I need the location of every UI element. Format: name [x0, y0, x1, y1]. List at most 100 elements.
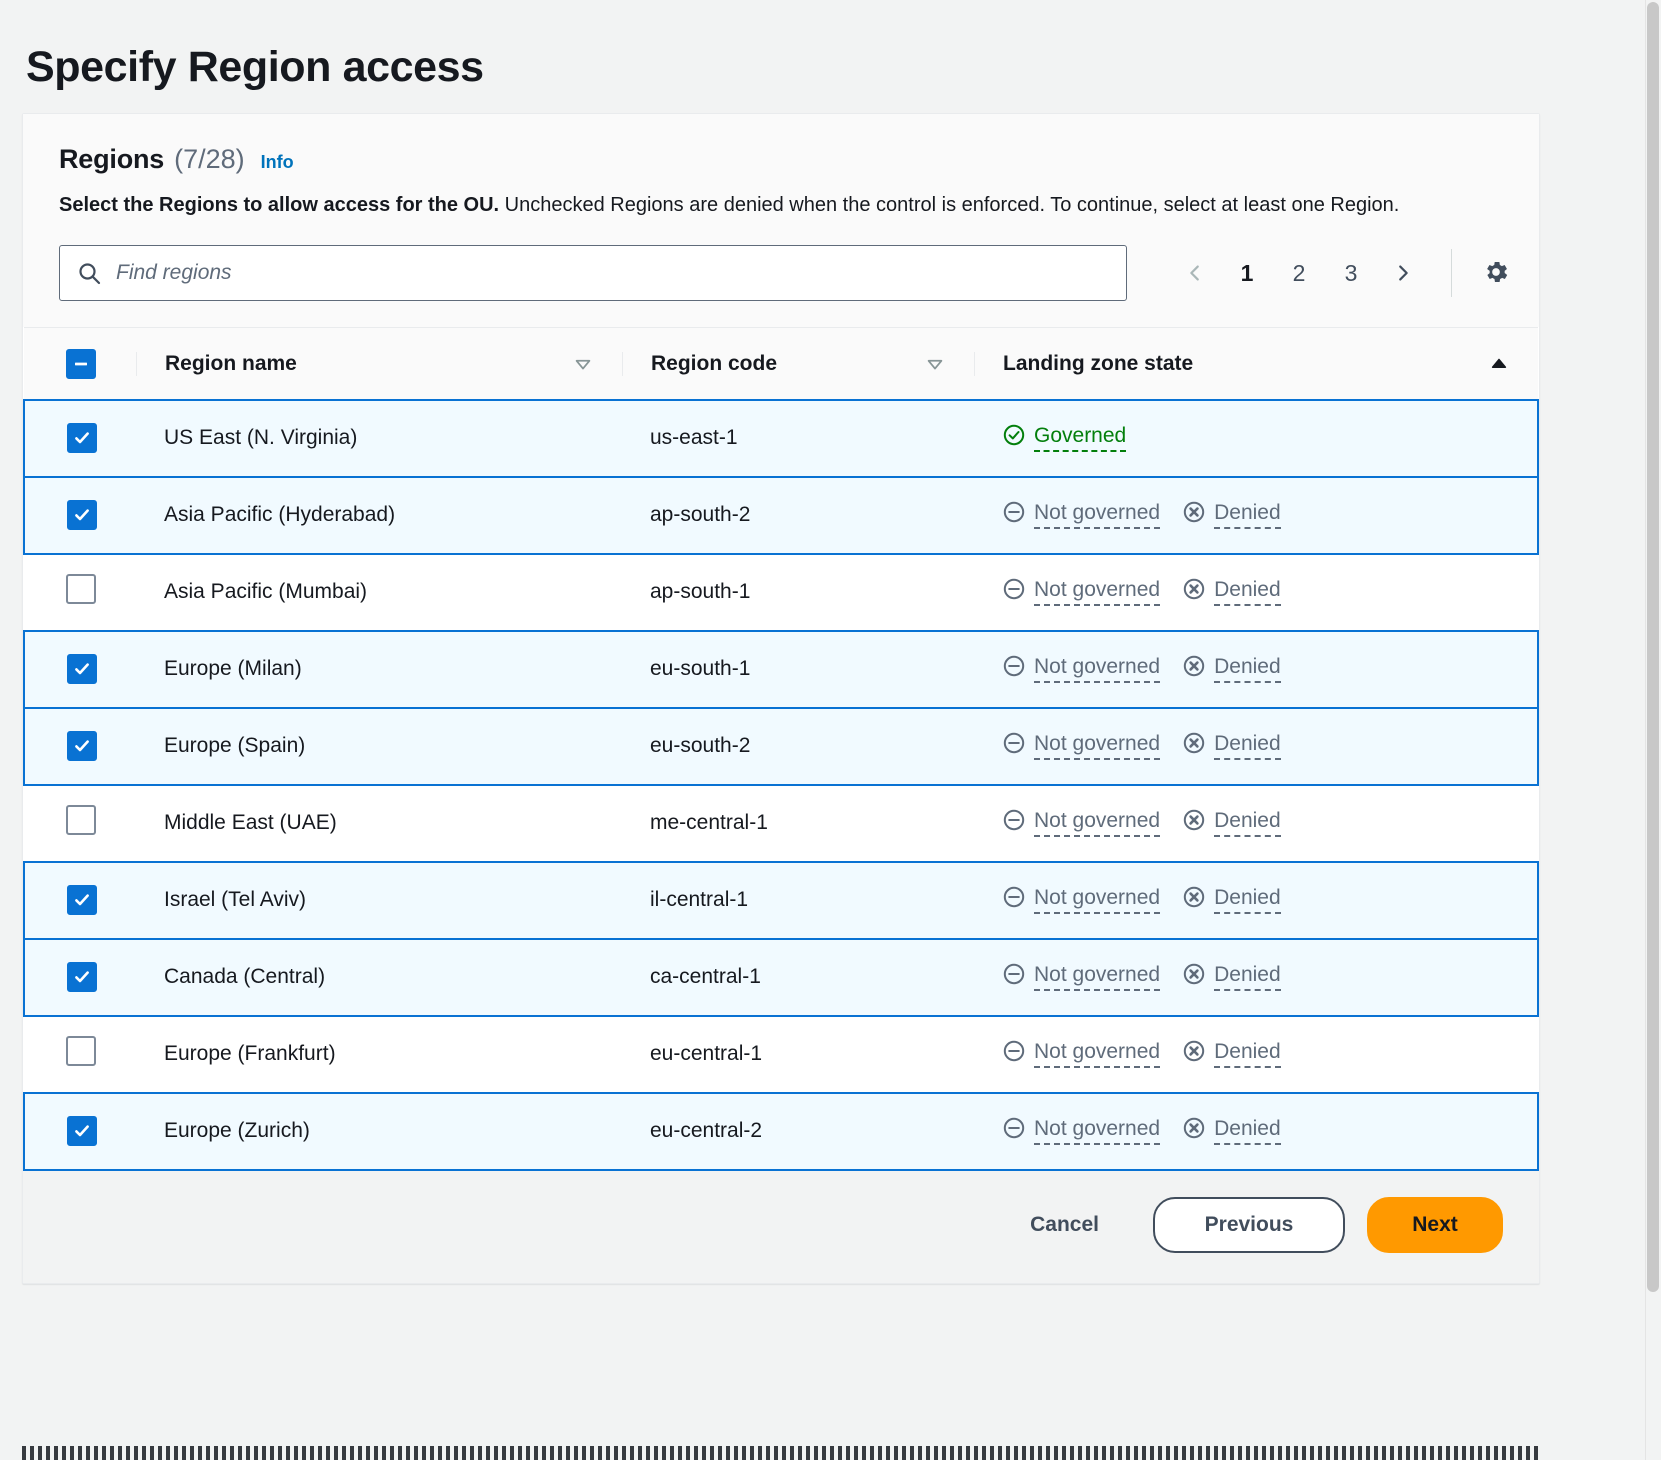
table-row[interactable]: Europe (Milan) eu-south-1 Not governed Deni…: [23, 629, 1539, 709]
status-badge[interactable]: Governed: [1002, 423, 1127, 453]
status-badge[interactable]: Not governed: [1002, 731, 1161, 761]
status-badge-label: Denied: [1214, 1040, 1281, 1069]
status-badge-label: Denied: [1214, 963, 1281, 992]
regions-table-body: US East (N. Virginia) us-east-1 Governed As…: [23, 398, 1539, 1171]
status-badge[interactable]: Not governed: [1002, 962, 1161, 992]
sort-region-code-icon[interactable]: [924, 353, 946, 375]
status-badge[interactable]: Not governed: [1002, 885, 1161, 915]
table-row[interactable]: Europe (Spain) eu-south-2 Not governed Deni…: [23, 706, 1539, 786]
row-checkbox[interactable]: [66, 1036, 96, 1067]
status-badge-label: Denied: [1214, 1117, 1281, 1146]
info-link[interactable]: Info: [261, 152, 294, 173]
page-scrollbar[interactable]: [1645, 0, 1661, 1460]
row-checkbox[interactable]: [66, 805, 96, 836]
status-badge[interactable]: Denied: [1182, 577, 1281, 607]
table-header-row: Region name Region code Landing zone sta…: [24, 327, 1538, 401]
pagination-page-1[interactable]: 1: [1221, 247, 1273, 299]
status-badge[interactable]: Denied: [1182, 808, 1281, 838]
region-name-cell: Europe (Spain): [136, 706, 622, 786]
row-select-cell[interactable]: [24, 784, 136, 863]
panel-title-row: Regions (7/28) Info: [59, 144, 1503, 175]
regions-panel: Regions (7/28) Info Select the Regions t…: [22, 113, 1540, 1284]
previous-button[interactable]: Previous: [1153, 1196, 1345, 1253]
table-row[interactable]: Asia Pacific (Hyderabad) ap-south-2 Not go…: [23, 475, 1539, 555]
status-badge-label: Not governed: [1034, 1040, 1161, 1069]
status-badge[interactable]: Not governed: [1002, 1039, 1161, 1069]
pagination-next-button[interactable]: [1377, 247, 1429, 299]
header-region-code-cell[interactable]: Region code: [622, 327, 974, 401]
status-badge-label: Not governed: [1034, 886, 1161, 915]
table-row[interactable]: Europe (Zurich) eu-central-2 Not governed D…: [23, 1091, 1539, 1171]
row-checkbox[interactable]: [67, 962, 97, 993]
sort-landing-zone-state-icon[interactable]: [1488, 353, 1510, 375]
row-select-cell[interactable]: [23, 475, 136, 555]
region-name-cell: Israel (Tel Aviv): [136, 860, 622, 940]
landing-zone-state-cell: Not governed Denied: [974, 784, 1538, 863]
table-row[interactable]: Europe (Frankfurt) eu-central-1 Not govern…: [24, 1015, 1538, 1094]
status-badge[interactable]: Not governed: [1002, 500, 1161, 530]
pagination-previous-button[interactable]: [1169, 247, 1221, 299]
row-checkbox[interactable]: [67, 731, 97, 762]
row-select-cell[interactable]: [23, 937, 136, 1017]
circle-x-icon: [1182, 808, 1206, 838]
region-name-cell: Canada (Central): [136, 937, 622, 1017]
region-code-cell: ca-central-1: [622, 937, 974, 1017]
row-checkbox[interactable]: [67, 885, 97, 916]
row-checkbox[interactable]: [66, 574, 96, 605]
row-checkbox[interactable]: [67, 1116, 97, 1147]
panel-description: Select the Regions to allow access for t…: [59, 191, 1503, 219]
status-badge[interactable]: Denied: [1182, 500, 1281, 530]
region-name-text: Asia Pacific (Mumbai): [164, 580, 368, 604]
table-row[interactable]: Canada (Central) ca-central-1 Not governed…: [23, 937, 1539, 1017]
row-select-cell[interactable]: [23, 629, 136, 709]
row-select-cell[interactable]: [23, 398, 136, 478]
region-name-text: Israel (Tel Aviv): [164, 888, 306, 912]
region-code-cell: ap-south-2: [622, 475, 974, 555]
region-code-text: eu-central-1: [650, 1042, 763, 1066]
row-select-cell[interactable]: [23, 706, 136, 786]
landing-zone-state-cell: Not governed Denied: [974, 475, 1539, 555]
header-landing-zone-state-label: Landing zone state: [1003, 351, 1194, 375]
status-badge[interactable]: Not governed: [1002, 577, 1161, 607]
status-badge[interactable]: Denied: [1182, 1039, 1281, 1069]
search-input[interactable]: [59, 245, 1127, 302]
status-badge[interactable]: Denied: [1182, 731, 1281, 761]
header-region-code-label: Region code: [651, 351, 778, 375]
status-badge[interactable]: Not governed: [1002, 654, 1161, 684]
circle-x-icon: [1182, 1039, 1206, 1069]
row-select-cell[interactable]: [24, 553, 136, 632]
row-checkbox[interactable]: [67, 423, 97, 454]
status-badge[interactable]: Denied: [1182, 654, 1281, 684]
row-select-cell[interactable]: [24, 1015, 136, 1094]
region-code-cell: eu-central-2: [622, 1091, 974, 1171]
row-select-cell[interactable]: [23, 860, 136, 940]
row-select-cell[interactable]: [23, 1091, 136, 1171]
status-badge[interactable]: Denied: [1182, 1116, 1281, 1146]
select-all-checkbox[interactable]: [66, 348, 96, 379]
table-row[interactable]: Asia Pacific (Mumbai) ap-south-1 Not gover…: [24, 553, 1538, 632]
status-badge[interactable]: Not governed: [1002, 1116, 1161, 1146]
header-select-all-cell: [24, 327, 136, 401]
row-checkbox[interactable]: [67, 654, 97, 685]
circle-minus-icon: [1002, 962, 1026, 992]
region-code-cell: ap-south-1: [622, 553, 974, 632]
header-region-name-cell[interactable]: Region name: [136, 327, 622, 401]
table-preferences-button[interactable]: [1470, 247, 1522, 299]
table-row[interactable]: Israel (Tel Aviv) il-central-1 Not governe…: [23, 860, 1539, 940]
page-scrollbar-thumb[interactable]: [1647, 2, 1659, 1292]
status-badge[interactable]: Not governed: [1002, 808, 1161, 838]
pagination-page-3[interactable]: 3: [1325, 247, 1377, 299]
status-badge-label: Not governed: [1034, 501, 1161, 530]
sort-region-name-icon[interactable]: [572, 353, 594, 375]
circle-x-icon: [1182, 654, 1206, 684]
status-badge[interactable]: Denied: [1182, 885, 1281, 915]
cancel-button[interactable]: Cancel: [998, 1197, 1131, 1253]
pagination-page-2[interactable]: 2: [1273, 247, 1325, 299]
table-row[interactable]: US East (N. Virginia) us-east-1 Governed: [23, 398, 1539, 478]
row-checkbox[interactable]: [67, 500, 97, 531]
status-badge[interactable]: Denied: [1182, 962, 1281, 992]
table-row[interactable]: Middle East (UAE) me-central-1 Not governe…: [24, 784, 1538, 863]
next-button[interactable]: Next: [1367, 1196, 1503, 1253]
header-landing-zone-state-cell[interactable]: Landing zone state: [974, 327, 1538, 401]
circle-x-icon: [1182, 731, 1206, 761]
